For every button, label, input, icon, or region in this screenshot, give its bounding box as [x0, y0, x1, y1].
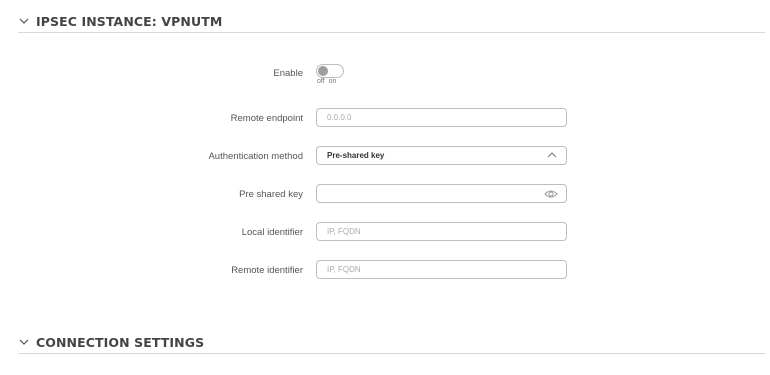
enable-toggle[interactable]	[316, 64, 344, 78]
pre-shared-key-label: Pre shared key	[239, 189, 303, 200]
chevron-down-icon[interactable]	[18, 15, 30, 27]
form-row-pre-shared-key: Pre shared key	[0, 184, 770, 206]
local-identifier-placeholder: IP, FQDN	[327, 227, 361, 236]
form-row-enable: Enable off on	[0, 63, 770, 85]
local-identifier-label: Local identifier	[241, 227, 303, 238]
ipsec-instance-section-header[interactable]: IPSEC INSTANCE: VPNUTM	[18, 10, 765, 33]
toggle-off-label: off	[317, 78, 325, 85]
form-row-authentication-method: Authentication method Pre-shared key	[0, 146, 770, 168]
authentication-method-label: Authentication method	[208, 151, 303, 162]
authentication-method-select[interactable]: Pre-shared key	[316, 146, 567, 165]
toggle-on-label: on	[328, 78, 337, 85]
connection-settings-section-header[interactable]: CONNECTION SETTINGS	[18, 331, 765, 354]
form-row-remote-identifier: Remote identifier IP, FQDN	[0, 260, 770, 282]
chevron-up-icon	[547, 152, 557, 158]
remote-endpoint-label: Remote endpoint	[230, 113, 303, 124]
remote-endpoint-input[interactable]: 0.0.0.0	[316, 108, 567, 127]
authentication-method-value: Pre-shared key	[327, 151, 385, 160]
remote-identifier-input[interactable]: IP, FQDN	[316, 260, 567, 279]
section-title: IPSEC INSTANCE: VPNUTM	[36, 13, 223, 29]
section-title: CONNECTION SETTINGS	[36, 334, 205, 350]
toggle-state-labels: off on	[317, 78, 340, 85]
form-row-local-identifier: Local identifier IP, FQDN	[0, 222, 770, 244]
eye-icon[interactable]	[544, 189, 558, 199]
local-identifier-input[interactable]: IP, FQDN	[316, 222, 567, 241]
chevron-down-icon[interactable]	[18, 336, 30, 348]
remote-endpoint-placeholder: 0.0.0.0	[327, 113, 352, 122]
remote-identifier-placeholder: IP, FQDN	[327, 265, 361, 274]
toggle-knob	[318, 66, 328, 76]
form-row-remote-endpoint: Remote endpoint 0.0.0.0	[0, 108, 770, 130]
remote-identifier-label: Remote identifier	[231, 265, 303, 276]
enable-label: Enable	[273, 68, 303, 79]
pre-shared-key-input[interactable]	[316, 184, 567, 203]
